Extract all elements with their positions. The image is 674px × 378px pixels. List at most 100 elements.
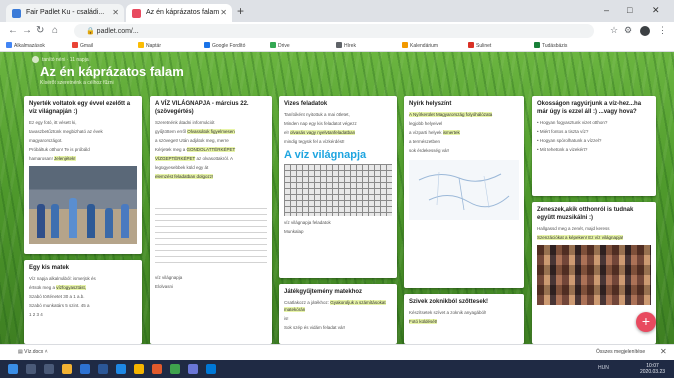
browser-tab[interactable]: Fair Padlet Ku - családi... ✕ — [6, 4, 124, 22]
bookmark-item[interactable]: Sulinet — [468, 42, 491, 49]
close-download-bar-icon[interactable]: ✕ — [660, 347, 667, 356]
bookmark-item[interactable]: Hírek — [336, 42, 356, 49]
mail-icon[interactable] — [206, 364, 216, 374]
post-card[interactable]: Egy kis matek Víz napja alkalmából: isme… — [24, 260, 142, 344]
powerpoint-icon[interactable] — [152, 364, 162, 374]
bookmark-item[interactable]: Google Fordító — [204, 42, 245, 49]
system-tray[interactable]: HUN — [598, 365, 609, 371]
post-line: Szabó munkatárs 5 szint. 45 a — [29, 303, 90, 308]
post-line: Készítsetek szívet a zoknik anyagából! — [409, 310, 487, 315]
bullet-link[interactable]: • Mit tehetünk a vizekért? — [537, 146, 651, 153]
file-explorer-icon[interactable] — [62, 364, 72, 374]
reload-icon[interactable]: ↻ — [36, 25, 44, 36]
store-icon[interactable] — [80, 364, 90, 374]
bookmark-star-icon[interactable]: ☆ — [610, 25, 618, 36]
author-avatar — [32, 56, 39, 63]
post-photo[interactable] — [29, 166, 137, 244]
post-line: legügyesebbek küld egy át — [155, 165, 209, 170]
post-card[interactable]: Játékgyűjtemény matekhoz Csatlakozz a já… — [279, 284, 397, 344]
excel-icon[interactable] — [170, 364, 180, 374]
bullet-link[interactable]: • Hogyan fogyasztunk vizet otthon? — [537, 119, 651, 126]
post-title: Szivek zoknikból szőttesek! — [409, 299, 489, 305]
bookmark-item[interactable]: Naptár — [138, 42, 161, 49]
home-icon[interactable]: ⌂ — [52, 25, 58, 36]
post-line: elemzést feladatban dolgozz! — [155, 174, 214, 179]
bookmark-label: Tudásbázis — [542, 43, 568, 49]
profile-avatar[interactable] — [640, 26, 650, 36]
bookmark-label: Sulinet — [476, 43, 492, 49]
maximize-button[interactable]: □ — [627, 5, 632, 15]
post-line: értsük meg a vízfogyasztást, — [29, 285, 87, 290]
worksheet-image[interactable] — [284, 164, 392, 216]
task-view-icon[interactable] — [44, 364, 54, 374]
post-card[interactable]: Vizes feladatok Tanítóként nyitottuk a m… — [279, 96, 397, 278]
post-card[interactable]: Nyerték voltatok egy évvel ezelőtt a víz… — [24, 96, 142, 254]
bookmark-favicon-icon — [6, 42, 12, 48]
map-image[interactable] — [409, 160, 519, 220]
bookmark-item[interactable]: Kalendárium — [402, 42, 438, 49]
attached-document-preview[interactable] — [155, 208, 267, 268]
post-line: Szeretnénk átadni információt — [155, 120, 215, 125]
post-card[interactable]: Okosságon ragyúrjunk a víz-hez...ha már … — [532, 96, 656, 196]
post-line: Csatlakozz a játékhoz: Gyakoroljuk a szá… — [284, 300, 386, 312]
post-line: Hallgassd meg a zenét, majd keress — [537, 226, 610, 231]
bookmark-item[interactable]: Tudásbázis — [534, 42, 567, 49]
teams-icon[interactable] — [188, 364, 198, 374]
post-card[interactable]: Szivek zoknikból szőttesek! Készítsetek … — [404, 294, 524, 344]
post-line: el! olvasás vagy nyelvtanfeladatban — [284, 130, 356, 135]
browser-tab-active[interactable]: Az én káprázatos falam ✕ — [126, 4, 232, 22]
start-icon[interactable] — [8, 364, 18, 374]
post-title: Nyírk helyszínt — [409, 101, 452, 107]
post-line: legjobb helyeivel — [409, 121, 443, 126]
show-all-downloads-link[interactable]: Összes megjelenítése — [596, 349, 645, 355]
bookmark-favicon-icon — [72, 42, 78, 48]
post-card[interactable]: Nyírk helyszínt A Nyírkerület Magyarorsz… — [404, 96, 524, 288]
board-title: Az én káprázatos falam — [40, 64, 184, 79]
post-line: Minden nap egy kis feladatot végezz — [284, 121, 357, 126]
close-tab-icon[interactable]: ✕ — [112, 8, 119, 17]
bookmark-favicon-icon — [534, 42, 540, 48]
post-line: Tanítóként nyitottuk a mai ötletet, — [284, 112, 350, 117]
address-bar[interactable]: 🔒 padlet.com/... — [74, 24, 594, 38]
post-line: sok érdekesség vár! — [409, 148, 450, 153]
post-line: Szabó történetet 30 a 1 a.b. — [29, 294, 85, 299]
video-collage-image[interactable] — [537, 245, 651, 305]
bookmark-item[interactable]: Drive — [270, 42, 290, 49]
extension-icon[interactable]: ⚙ — [624, 25, 632, 36]
tab-favicon-icon — [12, 9, 21, 18]
bullet-link[interactable]: • Miért fontos a tiszta víz? — [537, 128, 651, 135]
search-icon[interactable] — [26, 364, 36, 374]
back-arrow-icon[interactable]: ← — [8, 25, 18, 36]
add-post-button[interactable]: + — [636, 312, 656, 332]
word-icon[interactable] — [98, 364, 108, 374]
download-item[interactable]: ▤ Víz.docx ˄ — [18, 349, 48, 355]
post-line: a természetben — [409, 139, 441, 144]
document-subtitle: Elolvasni — [155, 284, 174, 289]
document-title: víz világnapja — [155, 275, 183, 280]
post-title: Játékgyűjtemény matekhoz — [284, 289, 363, 295]
menu-kebab-icon[interactable]: ⋮ — [658, 25, 667, 36]
post-card[interactable]: A VÍZ VILÁGNAPJA - március 22. (szövegér… — [150, 96, 272, 344]
browser-toolbar: ← → ↻ ⌂ 🔒 padlet.com/... ☆ ⚙ ⋮ — [0, 22, 674, 40]
post-line: Víz napja alkalmából: ismerjük és — [29, 276, 96, 281]
bookmark-label: Alkalmazások — [14, 43, 45, 49]
chrome-icon[interactable] — [134, 364, 144, 374]
bookmark-item[interactable]: Alkalmazások — [6, 42, 45, 49]
clock[interactable]: 10:07 2020.03.23 — [640, 363, 665, 375]
close-window-button[interactable]: ✕ — [652, 5, 660, 16]
bookmark-favicon-icon — [270, 42, 276, 48]
edge-icon[interactable] — [116, 364, 126, 374]
bookmark-item[interactable]: Gmail — [72, 42, 93, 49]
post-line: Kérjetek meg a GONDOLATTÉRKÉPET — [155, 147, 236, 152]
address-url: padlet.com/... — [96, 28, 139, 35]
board-author: tanító néni · 11 napja — [42, 57, 89, 63]
bookmark-label: Drive — [278, 43, 290, 49]
post-line: 1 2 3 4 — [29, 312, 43, 317]
close-tab-icon[interactable]: ✕ — [220, 8, 227, 17]
new-tab-button[interactable]: + — [237, 4, 244, 18]
padlet-board: tanító néni · 11 napja Az én káprázatos … — [0, 52, 674, 344]
forward-arrow-icon[interactable]: → — [22, 25, 32, 36]
post-line: A Nyírkerület Magyarország folyóhálózata — [409, 112, 493, 117]
minimize-button[interactable]: – — [604, 5, 609, 15]
bullet-link[interactable]: • Hogyan spórolhatunk a vízzel? — [537, 137, 651, 144]
